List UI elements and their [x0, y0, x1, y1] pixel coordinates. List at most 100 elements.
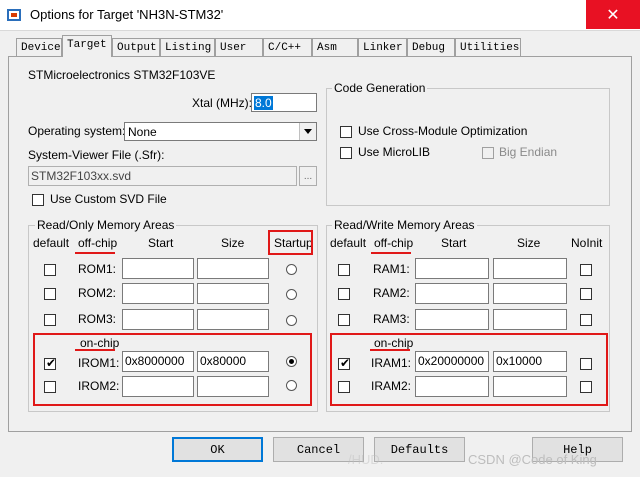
ram3-start-input[interactable]: [415, 309, 489, 330]
ram3-default-checkbox[interactable]: [338, 314, 350, 326]
app-icon: [6, 7, 22, 23]
rom3-startup-radio[interactable]: [286, 315, 297, 326]
tab-listing[interactable]: Listing: [160, 38, 215, 56]
ram2-default-checkbox[interactable]: [338, 288, 350, 300]
ram-col-default: default: [330, 236, 367, 250]
rom2-start-input[interactable]: [122, 283, 194, 304]
ram2-start-input[interactable]: [415, 283, 489, 304]
irom1-startup-radio[interactable]: [286, 356, 297, 367]
ram-col-start: Start: [441, 236, 467, 250]
rom2-startup-radio[interactable]: [286, 289, 297, 300]
irom1-default-checkbox[interactable]: ✔: [44, 356, 57, 370]
tab-debug[interactable]: Debug: [407, 38, 455, 56]
rom-onchip-label: on-chip: [80, 336, 120, 350]
ram3-noinit-checkbox[interactable]: [580, 314, 592, 326]
irom1-start-input[interactable]: 0x8000000: [122, 351, 194, 372]
microlib-label: Use MicroLIB: [358, 145, 431, 159]
iram1-size-input[interactable]: 0x10000: [493, 351, 567, 372]
cross-module-checkbox[interactable]: [340, 126, 352, 138]
check-icon: ✔: [46, 356, 57, 370]
tab-user[interactable]: User: [215, 38, 263, 56]
ram3-label: RAM3:: [373, 312, 410, 326]
rom-col-default: default: [33, 236, 70, 250]
tab-utilities[interactable]: Utilities: [455, 38, 521, 56]
os-value: None: [128, 125, 157, 139]
rom2-default-checkbox[interactable]: [44, 288, 56, 300]
os-select[interactable]: None: [124, 122, 317, 141]
ram1-default-checkbox[interactable]: [338, 264, 350, 276]
rom1-size-input[interactable]: [197, 258, 269, 279]
ram-col-size: Size: [517, 236, 541, 250]
ram1-label: RAM1:: [373, 262, 410, 276]
window-title: Options for Target 'NH3N-STM32': [30, 7, 224, 22]
iram2-start-input[interactable]: [415, 376, 489, 397]
iram2-size-input[interactable]: [493, 376, 567, 397]
irom2-startup-radio[interactable]: [286, 380, 297, 391]
rom3-size-input[interactable]: [197, 309, 269, 330]
ram-onchip-label: on-chip: [374, 336, 414, 350]
cross-module-label: Use Cross-Module Optimization: [358, 124, 528, 138]
xtal-value: 8.0: [254, 96, 273, 110]
chevron-down-icon: [299, 123, 316, 140]
iram1-default-checkbox[interactable]: ✔: [338, 356, 351, 370]
device-name: STMicroelectronics STM32F103VE: [28, 68, 216, 82]
rom1-default-checkbox[interactable]: [44, 264, 56, 276]
svd-input[interactable]: STM32F103xx.svd: [28, 166, 297, 186]
tab-c-cpp[interactable]: C/C++: [263, 38, 312, 56]
rom-col-offchip: off-chip: [78, 236, 118, 250]
ram2-label: RAM2:: [373, 286, 410, 300]
close-button[interactable]: ✕: [586, 0, 640, 29]
iram2-label: IRAM2:: [371, 379, 412, 393]
tab-asm[interactable]: Asm: [312, 38, 358, 56]
microlib-checkbox[interactable]: [340, 147, 352, 159]
rom-offchip-underline: [75, 252, 115, 254]
rom1-startup-radio[interactable]: [286, 264, 297, 275]
watermark-faint: /HUD.: [348, 452, 384, 467]
defaults-button[interactable]: Defaults: [374, 437, 465, 462]
rom3-start-input[interactable]: [122, 309, 194, 330]
ram3-size-input[interactable]: [493, 309, 567, 330]
close-icon: ✕: [606, 6, 620, 24]
rom3-default-checkbox[interactable]: [44, 314, 56, 326]
use-custom-svd-checkbox[interactable]: [32, 194, 44, 206]
rom-col-size: Size: [221, 236, 245, 250]
ram1-start-input[interactable]: [415, 258, 489, 279]
title-bar: Options for Target 'NH3N-STM32' ✕: [0, 0, 640, 30]
big-endian-checkbox[interactable]: [482, 147, 494, 159]
irom1-size-input[interactable]: 0x80000: [197, 351, 269, 372]
irom2-size-input[interactable]: [197, 376, 269, 397]
xtal-label: Xtal (MHz):: [192, 96, 252, 110]
irom2-start-input[interactable]: [122, 376, 194, 397]
iram1-noinit-checkbox[interactable]: [580, 358, 592, 370]
rom2-size-input[interactable]: [197, 283, 269, 304]
ram1-noinit-checkbox[interactable]: [580, 264, 592, 276]
ram2-size-input[interactable]: [493, 283, 567, 304]
ram-group-title: Read/Write Memory Areas: [332, 218, 477, 232]
svd-label: System-Viewer File (.Sfr):: [28, 148, 165, 162]
tab-target[interactable]: Target: [62, 35, 112, 57]
ram-offchip-underline: [371, 252, 411, 254]
big-endian-label: Big Endian: [499, 145, 558, 159]
irom2-default-checkbox[interactable]: [44, 381, 56, 393]
xtal-input[interactable]: 8.0: [251, 93, 317, 112]
ram-onchip-underline: [370, 349, 410, 351]
rom1-start-input[interactable]: [122, 258, 194, 279]
rom2-label: ROM2:: [78, 286, 117, 300]
iram2-noinit-checkbox[interactable]: [580, 381, 592, 393]
ok-button[interactable]: OK: [172, 437, 263, 462]
tab-device[interactable]: Device: [16, 38, 62, 56]
ram1-size-input[interactable]: [493, 258, 567, 279]
svd-browse-button[interactable]: ...: [299, 166, 317, 186]
tab-linker[interactable]: Linker: [358, 38, 407, 56]
rom-startup-highlight: [268, 230, 313, 255]
rom-col-start: Start: [148, 236, 174, 250]
irom2-label: IROM2:: [78, 379, 120, 393]
tab-output[interactable]: Output: [112, 38, 160, 56]
use-custom-svd-label: Use Custom SVD File: [50, 192, 167, 206]
check-icon: ✔: [340, 356, 351, 370]
iram2-default-checkbox[interactable]: [338, 381, 350, 393]
iram1-start-input[interactable]: 0x20000000: [415, 351, 489, 372]
ram2-noinit-checkbox[interactable]: [580, 288, 592, 300]
rom3-label: ROM3:: [78, 312, 117, 326]
irom1-label: IROM1:: [78, 356, 120, 370]
